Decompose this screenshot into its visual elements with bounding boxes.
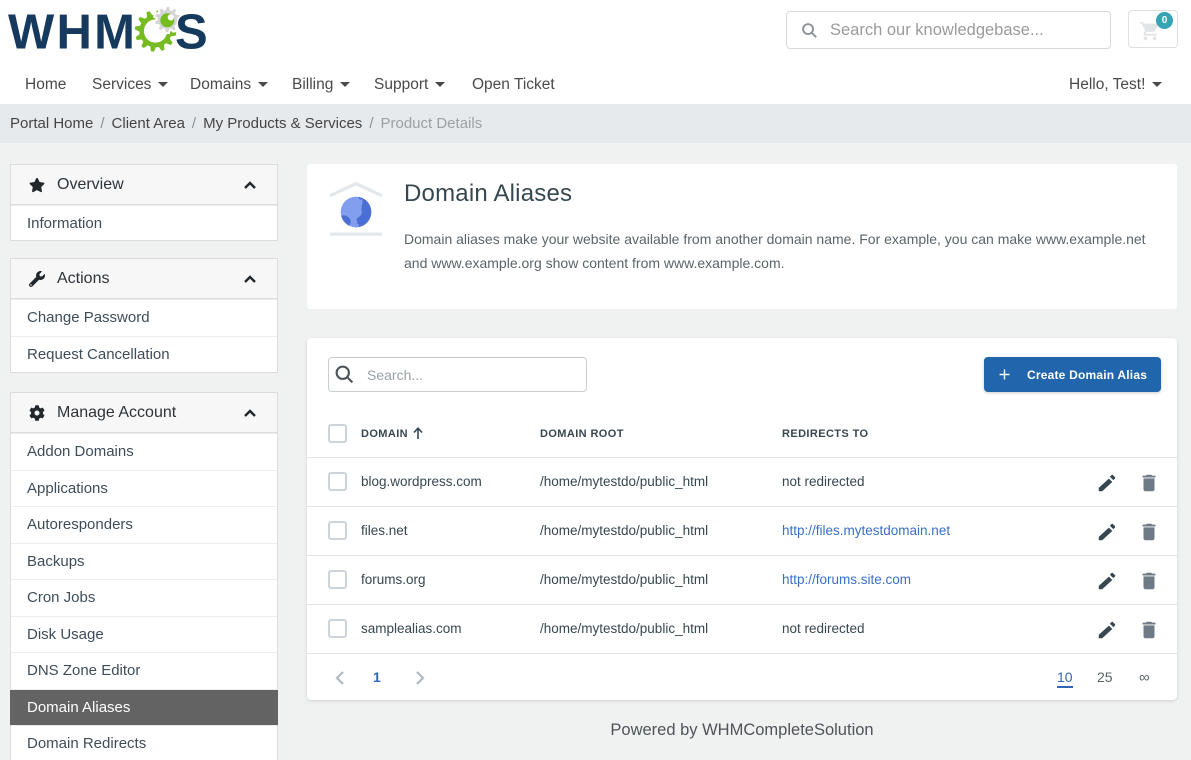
svg-text:S: S (175, 6, 208, 57)
svg-text:WHM: WHM (8, 6, 135, 57)
